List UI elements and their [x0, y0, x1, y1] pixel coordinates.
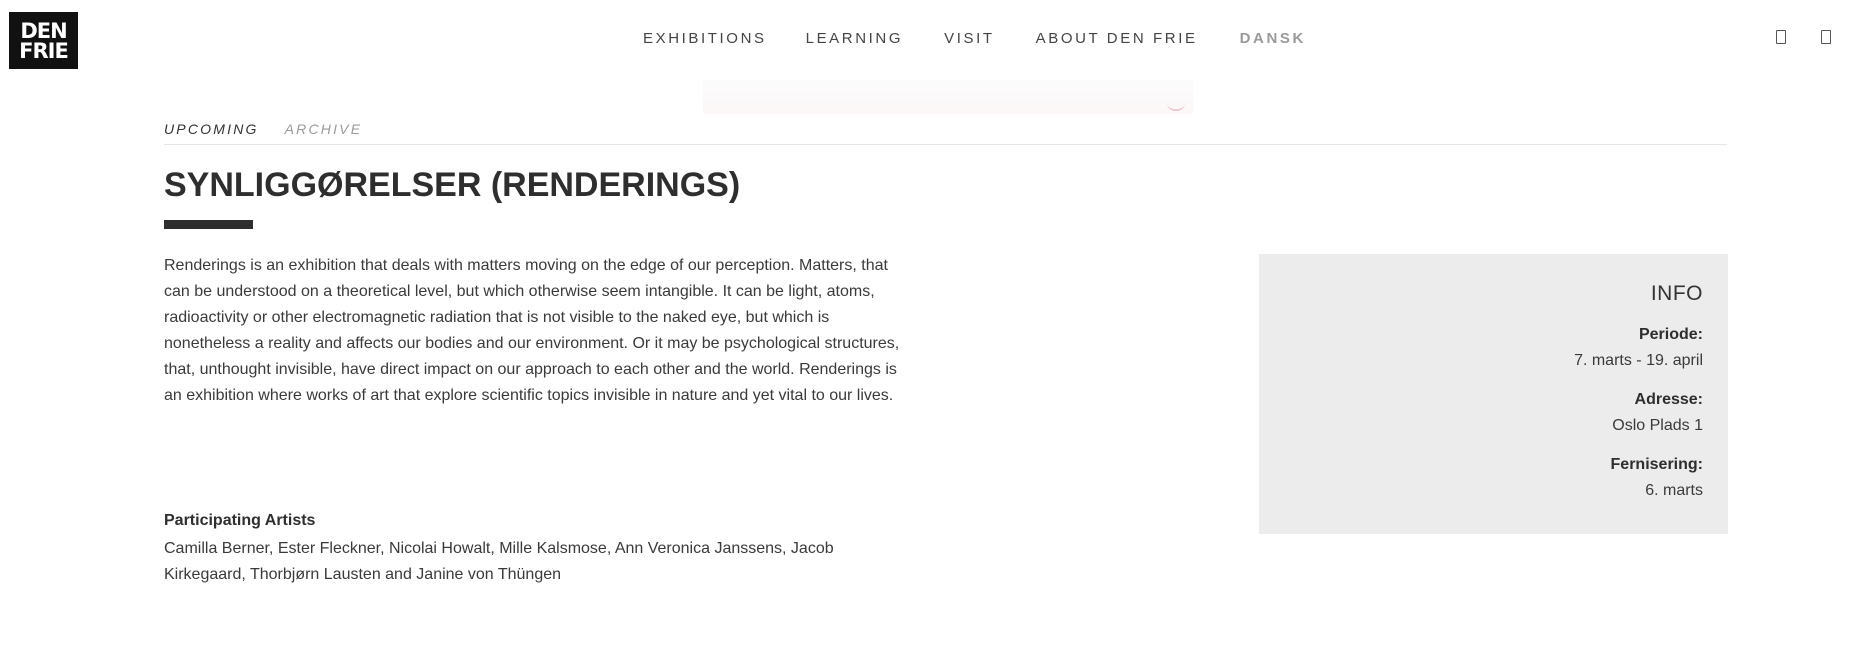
- section-divider: [164, 144, 1727, 145]
- nav-exhibitions[interactable]: EXHIBITIONS: [643, 30, 767, 47]
- page: DEN FRIE EXHIBITIONS LEARNING VISIT ABOU…: [0, 0, 1849, 650]
- nav-about-den-frie[interactable]: ABOUT DEN FRIE: [1036, 30, 1198, 47]
- info-panel: INFO Periode: 7. marts - 19. april Adres…: [1259, 254, 1728, 534]
- exhibition-subnav: UPCOMING ARCHIVE: [164, 121, 362, 137]
- opening-label: Fernisering:: [1610, 456, 1703, 473]
- nav-visit[interactable]: VISIT: [944, 30, 995, 47]
- address-value: Oslo Plads 1: [1612, 417, 1703, 434]
- artists-list: Camilla Berner, Ester Fleckner, Nicolai …: [164, 540, 834, 583]
- period-value: 7. marts - 19. april: [1574, 352, 1703, 369]
- site-header: DEN FRIE EXHIBITIONS LEARNING VISIT ABOU…: [0, 0, 1849, 80]
- exhibition-description: Renderings is an exhibition that deals w…: [164, 257, 900, 404]
- box-icon[interactable]: [1776, 30, 1786, 44]
- hero-image-fragment: [703, 80, 1193, 114]
- main-navigation: EXHIBITIONS LEARNING VISIT ABOUT DEN FRI…: [643, 30, 1306, 47]
- language-switch-dansk[interactable]: DANSK: [1240, 30, 1306, 47]
- info-title: INFO: [1650, 282, 1703, 305]
- opening-value: 6. marts: [1645, 482, 1703, 499]
- address-label: Adresse:: [1634, 391, 1703, 408]
- title-underline: [164, 220, 253, 229]
- logo-text-top: DEN: [20, 18, 67, 43]
- box-icon[interactable]: [1821, 30, 1831, 44]
- period-label: Periode:: [1638, 326, 1703, 343]
- page-title: SYNLIGGØRELSER (RENDERINGS): [164, 166, 741, 204]
- tab-archive[interactable]: ARCHIVE: [285, 121, 363, 137]
- artists-heading: Participating Artists: [164, 512, 316, 529]
- den-frie-logo[interactable]: DEN FRIE: [9, 12, 78, 69]
- logo-text-bottom: FRIE: [19, 38, 69, 63]
- nav-learning[interactable]: LEARNING: [806, 30, 904, 47]
- tab-upcoming[interactable]: UPCOMING: [164, 121, 259, 137]
